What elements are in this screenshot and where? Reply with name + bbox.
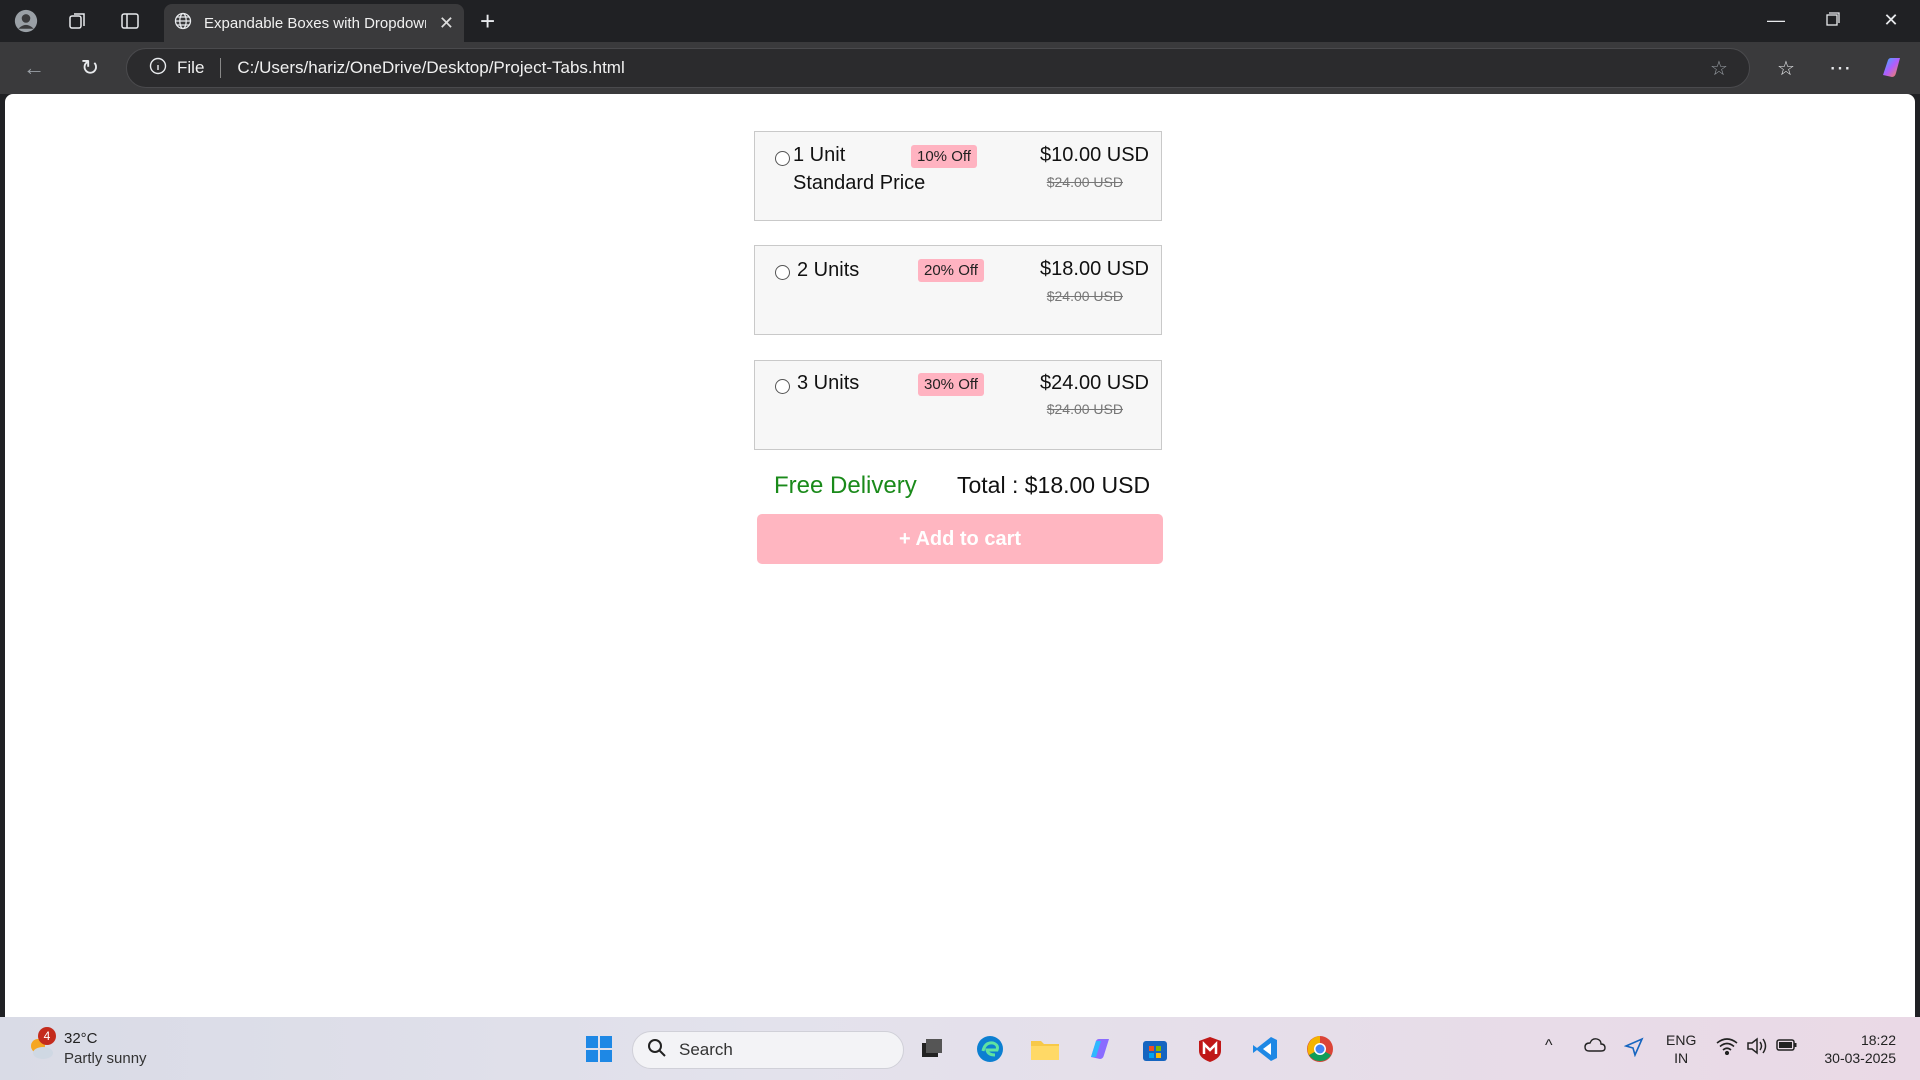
offer-subtitle: Standard Price xyxy=(793,172,926,194)
profile-avatar-icon[interactable] xyxy=(14,9,38,33)
windows-taskbar: 4 32°C Partly sunny Search ^ ENG IN 18:2… xyxy=(0,1017,1920,1080)
refresh-icon[interactable]: ↻ xyxy=(76,54,104,82)
location-icon[interactable] xyxy=(1623,1037,1644,1062)
edge-browser-icon[interactable] xyxy=(972,1031,1008,1067)
offer-old-price: $24.00 USD xyxy=(1046,288,1123,304)
favorites-icon[interactable]: ☆ xyxy=(1772,54,1800,82)
show-hidden-icons-icon[interactable]: ^ xyxy=(1545,1037,1553,1055)
file-explorer-icon[interactable] xyxy=(1027,1031,1063,1067)
weather-description[interactable]: Partly sunny xyxy=(64,1050,147,1067)
discount-badge: 10% Off xyxy=(911,145,977,168)
favorite-star-icon[interactable]: ☆ xyxy=(1705,54,1733,82)
windows-start-icon[interactable] xyxy=(581,1031,617,1067)
chrome-icon[interactable] xyxy=(1302,1031,1338,1067)
add-to-cart-button[interactable]: + Add to cart xyxy=(757,514,1163,564)
region-code: IN xyxy=(1674,1050,1689,1066)
input-language[interactable]: ENG IN xyxy=(1666,1031,1696,1067)
offer-radio[interactable] xyxy=(775,265,790,280)
info-icon[interactable] xyxy=(149,57,167,80)
address-scheme: File xyxy=(177,58,205,77)
browser-title-bar: Expandable Boxes with Dropdown ✕ + — ✕ xyxy=(0,0,1920,42)
microsoft-store-icon[interactable] xyxy=(1137,1031,1173,1067)
close-tab-icon[interactable]: ✕ xyxy=(439,13,454,34)
search-placeholder: Search xyxy=(679,1040,733,1059)
address-separator xyxy=(220,58,222,78)
more-options-icon[interactable]: ⋯ xyxy=(1826,54,1854,82)
wifi-icon[interactable] xyxy=(1716,1037,1738,1060)
tab-title: Expandable Boxes with Dropdown xyxy=(204,14,426,32)
browser-tab[interactable]: Expandable Boxes with Dropdown ✕ xyxy=(164,4,464,42)
offer-price: $10.00 USD xyxy=(1040,144,1149,166)
offer-radio[interactable] xyxy=(775,379,790,394)
volume-icon[interactable] xyxy=(1746,1037,1768,1060)
notification-badge: 4 xyxy=(38,1027,56,1045)
offer-radio[interactable] xyxy=(775,151,790,166)
offer-old-price: $24.00 USD xyxy=(1046,401,1123,417)
offer-label: 1 Unit xyxy=(793,144,846,166)
free-delivery-label: Free Delivery xyxy=(774,472,917,499)
copilot-app-icon[interactable] xyxy=(1082,1031,1118,1067)
new-tab-icon[interactable]: + xyxy=(480,8,495,34)
offer-label: 3 Units xyxy=(797,372,860,394)
system-clock[interactable]: 18:22 30-03-2025 xyxy=(1816,1031,1896,1067)
offer-option-1-unit[interactable]: 1 Unit Standard Price 10% Off $10.00 USD… xyxy=(754,131,1162,221)
offer-old-price: $24.00 USD xyxy=(1046,174,1123,190)
restore-icon[interactable] xyxy=(1818,10,1848,31)
search-icon xyxy=(647,1038,667,1063)
offer-price: $24.00 USD xyxy=(1040,372,1149,394)
clock-date: 30-03-2025 xyxy=(1824,1050,1896,1066)
close-window-icon[interactable]: ✕ xyxy=(1876,10,1906,31)
offer-price: $18.00 USD xyxy=(1040,258,1149,280)
clock-time: 18:22 xyxy=(1860,1032,1896,1048)
vscode-icon[interactable] xyxy=(1247,1031,1283,1067)
taskbar-search[interactable]: Search xyxy=(632,1031,904,1069)
mcafee-icon[interactable] xyxy=(1192,1031,1228,1067)
offer-label: 2 Units xyxy=(797,259,860,281)
vertical-tabs-icon[interactable] xyxy=(118,9,142,33)
back-icon[interactable]: ← xyxy=(20,54,48,82)
copilot-icon[interactable] xyxy=(1878,54,1906,82)
offer-option-3-units[interactable]: 3 Units 30% Off $24.00 USD $24.00 USD xyxy=(754,360,1162,450)
weather-temperature[interactable]: 32°C xyxy=(64,1030,98,1047)
browser-toolbar: ← ↻ File C:/Users/hariz/OneDrive/Desktop… xyxy=(0,42,1920,94)
discount-badge: 20% Off xyxy=(918,259,984,282)
language-code: ENG xyxy=(1666,1032,1697,1048)
workspaces-icon[interactable] xyxy=(66,9,90,33)
minimize-icon[interactable]: — xyxy=(1761,10,1791,31)
battery-icon[interactable] xyxy=(1776,1037,1798,1058)
onedrive-icon[interactable] xyxy=(1584,1037,1606,1058)
offer-option-2-units[interactable]: 2 Units 20% Off $18.00 USD $24.00 USD xyxy=(754,245,1162,335)
task-view-icon[interactable] xyxy=(914,1031,950,1067)
address-bar[interactable]: File C:/Users/hariz/OneDrive/Desktop/Pro… xyxy=(126,48,1750,88)
address-url: C:/Users/hariz/OneDrive/Desktop/Project-… xyxy=(237,58,625,77)
globe-icon xyxy=(174,12,192,34)
discount-badge: 30% Off xyxy=(918,373,984,396)
order-total: Total : $18.00 USD xyxy=(957,472,1151,498)
